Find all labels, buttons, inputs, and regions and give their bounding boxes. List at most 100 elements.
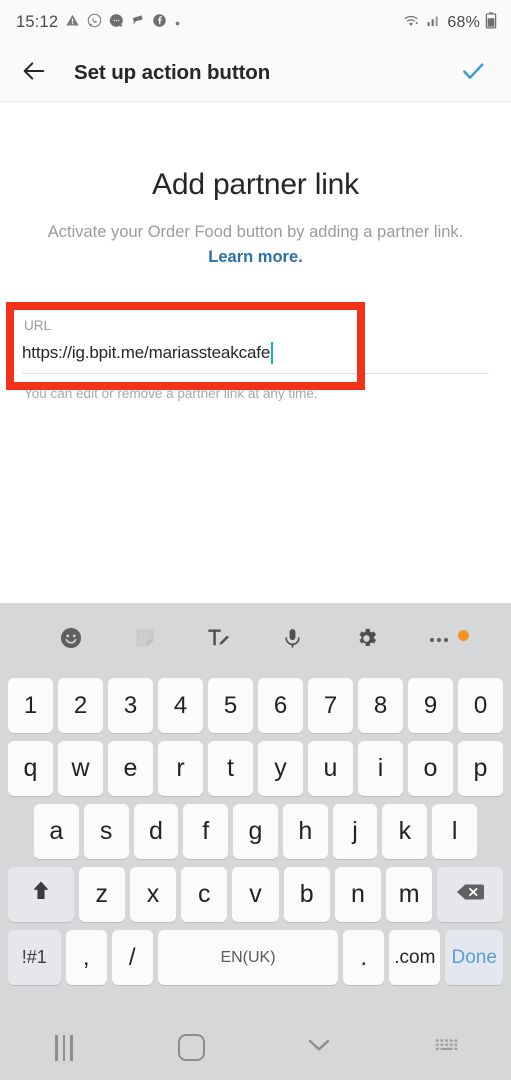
- status-bar-left: 15:12: [16, 13, 181, 33]
- key-8[interactable]: 8: [358, 678, 403, 733]
- keyboard-row-numbers: 1 2 3 4 5 6 7 8 9 0: [6, 678, 505, 733]
- key-n[interactable]: n: [334, 867, 382, 922]
- key-l[interactable]: l: [432, 804, 478, 859]
- key-q[interactable]: q: [8, 741, 53, 796]
- hero-subtitle-text-2: link.: [433, 223, 464, 241]
- key-a[interactable]: a: [33, 804, 79, 859]
- key-x[interactable]: x: [129, 867, 177, 922]
- signal-icon: [426, 12, 442, 34]
- facebook-icon: [152, 13, 167, 33]
- key-u[interactable]: u: [308, 741, 353, 796]
- key-6[interactable]: 6: [258, 678, 303, 733]
- key-9[interactable]: 9: [408, 678, 453, 733]
- key-y[interactable]: y: [258, 741, 303, 796]
- key-v[interactable]: v: [232, 867, 279, 922]
- wifi-icon: [401, 12, 421, 34]
- key-4[interactable]: 4: [158, 678, 203, 733]
- status-time: 15:12: [16, 13, 59, 31]
- key-r[interactable]: r: [158, 741, 203, 796]
- back-arrow-icon: [20, 57, 48, 90]
- key-o[interactable]: o: [408, 741, 453, 796]
- text-edit-button[interactable]: [182, 625, 256, 657]
- emoji-icon: [58, 625, 84, 656]
- hero-heading: Add partner link: [152, 168, 359, 201]
- done-key[interactable]: Done: [445, 930, 504, 985]
- key-p[interactable]: p: [458, 741, 503, 796]
- notification-badge: [457, 629, 469, 641]
- nav-recents-button[interactable]: [0, 1034, 128, 1061]
- url-input-value: https://ig.bpit.me/mariassteakcafe: [22, 343, 271, 362]
- key-c[interactable]: c: [181, 867, 228, 922]
- battery-percent: 68%: [447, 13, 480, 31]
- period-key[interactable]: .: [343, 930, 385, 985]
- nav-keyboard-switch-button[interactable]: [383, 1036, 511, 1059]
- symbols-key[interactable]: !#1: [8, 930, 61, 985]
- shift-key[interactable]: [8, 867, 74, 922]
- recents-icon: [55, 1034, 73, 1061]
- page-title: Set up action button: [74, 61, 271, 84]
- key-5[interactable]: 5: [208, 678, 253, 733]
- key-s[interactable]: s: [83, 804, 129, 859]
- keyboard-switch-icon: [434, 1036, 460, 1059]
- shift-up-arrow-icon: [28, 878, 54, 911]
- dot-icon: [174, 14, 181, 32]
- key-m[interactable]: m: [386, 867, 433, 922]
- home-icon: [178, 1034, 206, 1061]
- status-bar: 15:12 68%: [0, 0, 511, 45]
- system-navigation-bar: [0, 1015, 511, 1080]
- checkmark-icon: [459, 57, 487, 90]
- key-g[interactable]: g: [233, 804, 278, 859]
- settings-gear-icon: [354, 626, 379, 656]
- key-h[interactable]: h: [282, 804, 328, 859]
- key-7[interactable]: 7: [308, 678, 353, 733]
- key-b[interactable]: b: [283, 867, 330, 922]
- chevron-down-icon: [304, 1035, 334, 1060]
- key-d[interactable]: d: [133, 804, 179, 859]
- key-k[interactable]: k: [382, 804, 428, 859]
- backspace-key[interactable]: [437, 867, 503, 922]
- more-options-icon: [427, 632, 453, 650]
- key-z[interactable]: z: [78, 867, 125, 922]
- learn-more-link[interactable]: Learn more.: [208, 248, 302, 266]
- nav-back-button[interactable]: [256, 1035, 384, 1060]
- keyboard-row-qwerty: q w e r t y u i o p: [6, 741, 505, 796]
- backspace-icon: [456, 881, 485, 909]
- key-1[interactable]: 1: [8, 678, 53, 733]
- keyboard-settings-button[interactable]: [329, 626, 403, 656]
- key-t[interactable]: t: [208, 741, 253, 796]
- slash-key[interactable]: /: [111, 930, 153, 985]
- hero-subtitle-text: Activate your Order Food button by addin…: [47, 223, 430, 241]
- main-content: Add partner link Activate your Order Foo…: [0, 102, 511, 603]
- comma-key[interactable]: ,: [65, 930, 107, 985]
- text-cursor: [271, 342, 274, 364]
- key-w[interactable]: w: [58, 741, 103, 796]
- microphone-icon: [280, 626, 305, 656]
- keyboard-toolbar: [6, 603, 505, 678]
- dotcom-key[interactable]: .com: [389, 930, 441, 985]
- battery-icon: [485, 11, 497, 34]
- more-options-button[interactable]: [403, 629, 477, 650]
- url-field-help-text: You can edit or remove a partner link at…: [24, 386, 318, 401]
- nav-home-button[interactable]: [128, 1034, 256, 1061]
- sticker-icon: [132, 625, 158, 656]
- emoji-button[interactable]: [34, 625, 108, 656]
- key-3[interactable]: 3: [108, 678, 153, 733]
- key-j[interactable]: j: [332, 804, 378, 859]
- url-input[interactable]: https://ig.bpit.me/mariassteakcafe: [22, 342, 489, 374]
- key-f[interactable]: f: [183, 804, 229, 859]
- whatsapp-icon: [87, 13, 102, 33]
- pin-icon: [131, 13, 145, 32]
- space-key[interactable]: EN(UK): [157, 930, 339, 985]
- keyboard-row-function: !#1 , / EN(UK) . .com Done: [6, 930, 505, 985]
- confirm-button[interactable]: [453, 53, 493, 93]
- key-2[interactable]: 2: [58, 678, 103, 733]
- key-e[interactable]: e: [108, 741, 153, 796]
- voice-input-button[interactable]: [255, 626, 329, 656]
- key-0[interactable]: 0: [458, 678, 503, 733]
- back-button[interactable]: [14, 53, 54, 93]
- sticker-button[interactable]: [108, 625, 182, 656]
- keyboard-row-bottom: z x c v b n m: [6, 867, 505, 922]
- key-i[interactable]: i: [358, 741, 403, 796]
- on-screen-keyboard: 1 2 3 4 5 6 7 8 9 0 q w e r t y u i o p …: [0, 603, 511, 1015]
- messages-icon: [109, 13, 124, 33]
